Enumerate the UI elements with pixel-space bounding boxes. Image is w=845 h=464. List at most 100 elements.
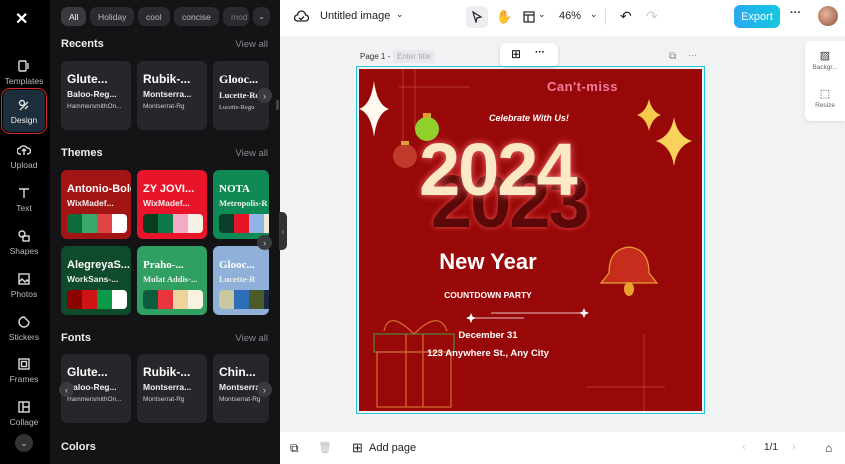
more-options-icon[interactable]: ··· [790, 7, 801, 19]
theme-font: AlegreyaS... [67, 259, 130, 271]
palette-swatch [264, 214, 269, 233]
redo-icon[interactable]: ↷ [646, 8, 658, 25]
card-caption: HammersmithOn... [67, 396, 122, 403]
theme-card[interactable]: ZY JOVI... WixMadef... [137, 170, 207, 239]
chip-concise[interactable]: concise [174, 7, 219, 26]
card-caption: Montserrat-Rg [143, 396, 185, 403]
label: Text [16, 202, 32, 213]
hand-tool-icon[interactable]: ✋ [496, 9, 512, 25]
theme-card[interactable]: NOTA Metropolis-R [213, 170, 269, 239]
theme-palette [67, 214, 127, 233]
palette-swatch [158, 290, 173, 309]
prev-page-icon[interactable]: ‹ [742, 441, 746, 453]
rail-photos[interactable]: Photos [3, 264, 45, 306]
text-icon [19, 187, 29, 198]
rail-design[interactable]: Design [1, 88, 47, 134]
recents-view-all[interactable]: View all [235, 39, 268, 50]
theme-card[interactable]: Glooc... Lucette-R [213, 246, 269, 315]
replace-image-icon[interactable]: ⊞ [511, 47, 521, 61]
theme-card[interactable]: Antonio-Bold WixMadef... [61, 170, 131, 239]
background-tool[interactable]: ▨ Backgr... [805, 49, 845, 71]
chips-expand-chevron-icon[interactable]: ⌄ [253, 7, 271, 26]
delete-page-icon[interactable]: 🗑 [318, 441, 332, 454]
theme-font: Glooc... [219, 259, 255, 271]
background-icon: ▨ [819, 50, 831, 62]
add-page-icon[interactable]: ⊞ [352, 440, 363, 456]
theme-palette [219, 290, 269, 309]
top-bar: Untitled image ⌄ ✋ ⌄ 46% ⌄ ↶ ↷ Export ··… [280, 0, 845, 36]
capcut-logo-icon[interactable]: ✕ [15, 9, 28, 29]
card-subtitle: Baloo-Reg... [67, 89, 117, 99]
rail-text[interactable]: Text [3, 178, 45, 220]
expand-pages-icon[interactable]: ⌂ [825, 441, 832, 455]
fonts-next-arrow-icon[interactable]: › [257, 382, 272, 397]
card-title: Glooc... [219, 72, 258, 86]
chip-modern[interactable]: mod [223, 7, 249, 26]
theme-palette [67, 290, 127, 309]
recents-next-arrow-icon[interactable]: › [257, 88, 272, 103]
theme-font: ZY JOVI... [143, 183, 195, 195]
panel-scrollbar[interactable] [276, 100, 279, 110]
card-caption: Montserrat-Rg [219, 396, 261, 403]
rail-collage[interactable]: Collage [3, 392, 45, 434]
resize-tool[interactable]: ⬚ Resize [805, 87, 845, 109]
palette-swatch [249, 214, 264, 233]
page-more-icon[interactable]: ··· [688, 50, 697, 60]
label: Resize [815, 102, 835, 109]
theme-card[interactable]: AlegreyaS... WorkSans-... [61, 246, 131, 315]
layers-icon[interactable]: ⧉ [290, 441, 299, 456]
theme-font: NOTA [219, 183, 250, 195]
select-tool-button[interactable] [466, 6, 488, 28]
rail-stickers[interactable]: Stickers [3, 307, 45, 349]
card-title: Rubik-... [143, 365, 191, 379]
rail-upload[interactable]: Upload [3, 135, 45, 177]
duplicate-page-icon[interactable]: ⧉ [669, 51, 676, 62]
fonts-card[interactable]: Rubik-... Montserra... Montserrat-Rg [137, 354, 207, 423]
chip-all[interactable]: All [61, 7, 87, 26]
more-tools-chevron-icon[interactable]: ⌄ [15, 434, 33, 452]
poster-design[interactable]: Can't-miss Celebrate With Us! 2023 2024 … [359, 69, 702, 411]
undo-icon[interactable]: ↶ [620, 8, 632, 25]
themes-next-arrow-icon[interactable]: › [257, 235, 272, 250]
rail-shapes[interactable]: Shapes [3, 221, 45, 263]
rail-templates[interactable]: Templates [3, 51, 45, 93]
user-avatar[interactable] [818, 6, 838, 26]
document-title[interactable]: Untitled image [320, 10, 390, 22]
more-icon[interactable]: ··· [535, 47, 545, 58]
theme-palette [219, 214, 269, 233]
rail-frames[interactable]: Frames [3, 349, 45, 391]
palette-swatch [234, 214, 249, 233]
recents-card[interactable]: Glute... Baloo-Reg... HammersmithOn... [61, 61, 131, 130]
theme-card[interactable]: Praho-... Mulat Addis-... [137, 246, 207, 315]
page-counter: 1/1 [764, 442, 778, 453]
recents-card[interactable]: Rubik-... Montserra... Montserrat-Rg [137, 61, 207, 130]
chip-cool[interactable]: cool [138, 7, 170, 26]
palette-swatch [143, 214, 158, 233]
design-icon [18, 99, 29, 110]
date-text: December 31 [458, 330, 518, 341]
collapse-panel-handle[interactable]: ‹ [279, 212, 287, 250]
next-page-icon[interactable]: › [792, 441, 796, 453]
zoom-chevron-icon[interactable]: ⌄ [590, 9, 598, 20]
fonts-prev-arrow-icon[interactable]: ‹ [59, 382, 74, 397]
layout-icon[interactable] [523, 11, 535, 23]
colors-title: Colors [61, 441, 96, 453]
fonts-title: Fonts [61, 332, 91, 344]
chip-holiday[interactable]: Holiday [90, 7, 135, 26]
label: Backgr... [812, 64, 838, 71]
add-page-button[interactable]: Add page [369, 442, 416, 454]
card-subtitle: Montserra... [143, 89, 192, 99]
card-caption: Montserrat-Rg [143, 103, 185, 110]
title-chevron-icon[interactable]: ⌄ [396, 9, 404, 20]
label: Photos [10, 288, 38, 299]
export-button[interactable]: Export [734, 5, 780, 28]
layout-chevron-icon[interactable]: ⌄ [538, 9, 546, 20]
palette-swatch [97, 214, 112, 233]
theme-subfont: WixMadef... [143, 198, 190, 208]
themes-view-all[interactable]: View all [235, 148, 268, 159]
label: Frames [9, 373, 39, 384]
page-title-input[interactable]: Enter title [393, 50, 435, 63]
fonts-view-all[interactable]: View all [235, 333, 268, 344]
palette-swatch [143, 290, 158, 309]
zoom-level[interactable]: 46% [559, 10, 581, 22]
